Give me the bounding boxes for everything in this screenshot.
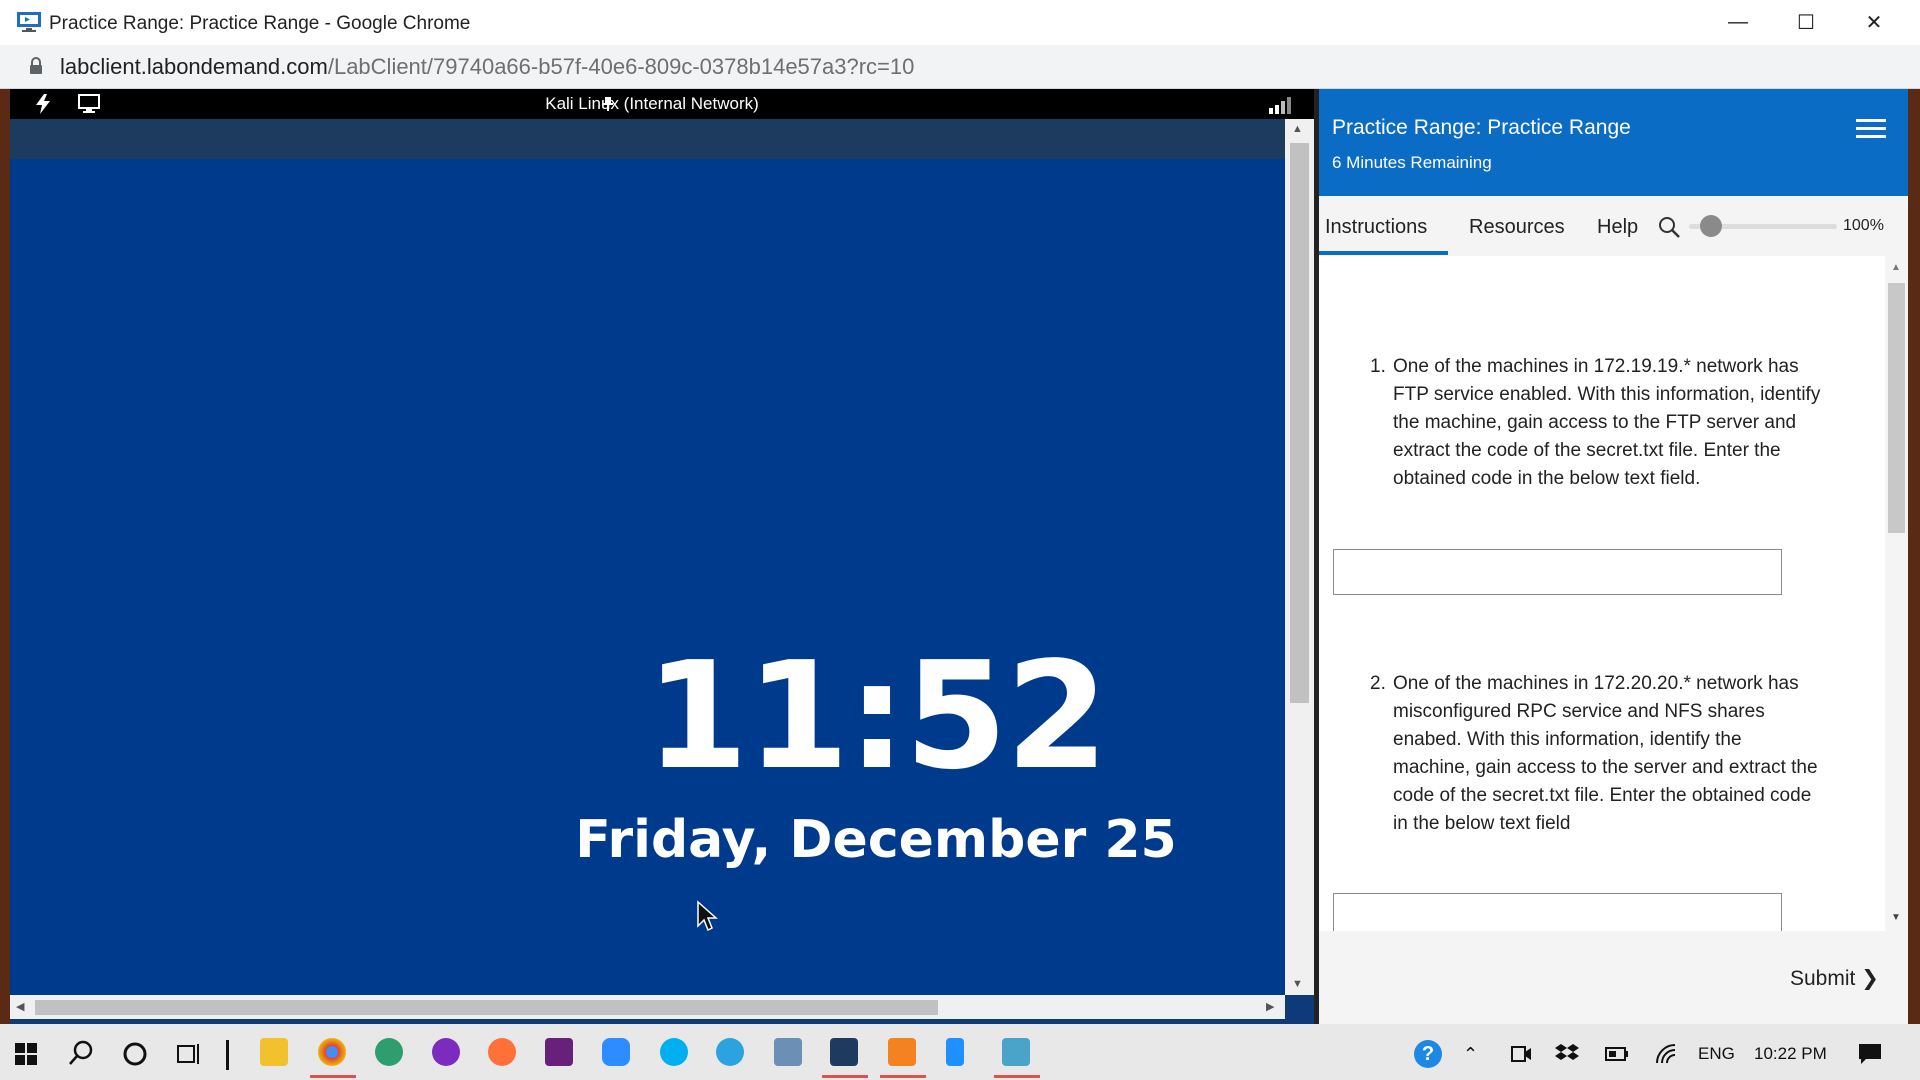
question-line: One of the machines in 172.20.20.* netwo… [1393,673,1799,694]
vm-top-strip [10,119,1285,159]
question-line: One of the machines in 172.19.19.* netwo… [1393,356,1799,377]
scroll-left-arrow-icon[interactable]: ◀ [16,1000,24,1013]
active-app-indicator [880,1075,926,1078]
url-path: /LabClient/79740a66-b57f-40e6-809c-0378b… [327,54,915,79]
instructions-scroll-up-icon[interactable]: ▲ [1891,262,1901,273]
question-line: obtained code in the below text field. [1393,468,1701,489]
question-line: extract the code of the secret.txt file.… [1393,440,1781,461]
active-tab-indicator [1319,251,1448,255]
meet-now-icon[interactable] [1510,1043,1532,1065]
vm-vertical-scroll-thumb[interactable] [1290,143,1309,703]
menu-icon[interactable] [1856,119,1886,139]
firefox-icon[interactable] [488,1038,516,1066]
app-icon[interactable] [432,1038,460,1066]
file-explorer-icon[interactable] [260,1038,288,1066]
skype-icon[interactable] [660,1038,688,1066]
time-remaining: 6 Minutes Remaining [1332,153,1492,172]
language-indicator[interactable]: ENG [1698,1044,1735,1064]
telegram-icon[interactable] [716,1038,744,1066]
search-icon[interactable] [68,1040,94,1066]
panel-header [1319,89,1908,196]
question-text: One of the machines in 172.20.20.* netwo… [1393,670,1873,838]
app-icon[interactable] [375,1038,403,1066]
vm-horizontal-scroll-thumb[interactable] [35,1000,938,1015]
active-app-indicator [310,1075,356,1078]
task-view-icon[interactable] [175,1041,201,1067]
submit-label: Submit [1790,967,1856,990]
wifi-icon[interactable] [1655,1043,1677,1065]
tab-resources[interactable]: Resources [1469,216,1565,239]
virtualbox-icon[interactable] [830,1038,858,1066]
question-number: 1. [1370,356,1386,377]
dropbox-icon[interactable] [1555,1043,1579,1065]
tab-instructions[interactable]: Instructions [1325,216,1427,239]
lock-icon[interactable] [28,57,44,75]
taskbar-clock[interactable]: 10:22 PM [1754,1044,1827,1064]
app-icon[interactable] [1002,1038,1030,1066]
submit-button[interactable]: Submit ❯ [1790,966,1879,991]
app-icon[interactable] [946,1038,964,1066]
tab-help[interactable]: Help [1597,216,1638,239]
answer-field-2[interactable] [1333,893,1782,931]
remote-desktop-icon [17,12,41,32]
question-line: in the below text field [1393,813,1571,834]
scroll-down-arrow-icon[interactable]: ▼ [1292,978,1303,990]
search-icon[interactable] [1658,216,1680,238]
browser-titlebar: Practice Range: Practice Range - Google … [0,0,1920,45]
scroll-right-arrow-icon[interactable]: ▶ [1266,1000,1274,1013]
question-line: the machine, gain access to the FTP serv… [1393,412,1797,433]
active-app-indicator [822,1075,868,1078]
instructions-scroll-down-icon[interactable]: ▼ [1891,912,1901,923]
mouse-cursor-icon [697,900,718,932]
instructions-scroll-thumb[interactable] [1888,283,1905,533]
zoom-value: 100% [1843,217,1884,234]
active-app-indicator [994,1075,1040,1078]
question-line: misconfigured RPC service and NFS shares [1393,701,1765,722]
zoom-app-icon[interactable] [602,1038,630,1066]
question-line: machine, gain access to the server and e… [1393,757,1818,778]
close-button[interactable]: ✕ [1840,0,1908,45]
help-icon[interactable]: ? [1414,1040,1442,1068]
question-number: 2. [1370,673,1386,694]
answer-field-1[interactable] [1333,549,1782,595]
url-text[interactable]: labclient.labondemand.com/LabClient/7974… [60,54,914,80]
panel-title: Practice Range: Practice Range [1332,116,1631,139]
app-icon[interactable] [774,1038,802,1066]
question-line: FTP service enabled. With this informati… [1393,384,1821,405]
notifications-icon[interactable] [1858,1043,1882,1065]
question-line: code of the secret.txt file. Enter the o… [1393,785,1812,806]
url-host: labclient.labondemand.com [60,54,328,79]
cortana-icon[interactable] [122,1041,148,1067]
windows-start-icon[interactable] [14,1042,38,1066]
chevron-right-icon: ❯ [1861,967,1879,990]
app-icon[interactable] [888,1038,916,1066]
scroll-up-arrow-icon[interactable]: ▲ [1292,123,1303,135]
vm-title: Kali Linux (Internal Network) [545,94,759,113]
question-text: One of the machines in 172.19.19.* netwo… [1393,353,1873,493]
visual-studio-icon[interactable] [545,1038,573,1066]
question-line: enabed. With this information, identify … [1393,729,1742,750]
taskbar-divider [226,1040,229,1070]
battery-icon[interactable] [1605,1046,1629,1062]
chrome-icon[interactable] [318,1038,346,1066]
maximize-button[interactable]: ☐ [1772,0,1840,45]
window-title: Practice Range: Practice Range - Google … [49,13,471,34]
chevron-up-icon[interactable]: ⌃ [1463,1044,1478,1065]
minimize-button[interactable]: — [1704,0,1772,45]
